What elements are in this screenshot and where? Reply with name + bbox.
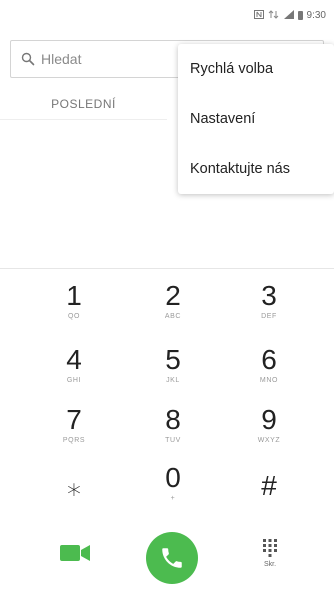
- tab-recent[interactable]: POSLEDNÍ: [0, 88, 167, 120]
- key-letters: GHI: [66, 377, 82, 384]
- key-digit: 0: [165, 462, 181, 493]
- dialpad-label: Skr.: [263, 561, 277, 568]
- key-digit: #: [261, 470, 277, 501]
- key-3[interactable]: 3 DEF: [224, 281, 314, 337]
- video-call-icon[interactable]: [60, 542, 92, 564]
- menu-item-contact-us[interactable]: Kontaktujte nás: [178, 144, 334, 194]
- call-button[interactable]: [146, 532, 198, 584]
- key-letters: DEF: [261, 313, 277, 320]
- key-digit: ⁎: [67, 470, 81, 501]
- key-star[interactable]: ⁎: [29, 471, 119, 527]
- key-letters: ABC: [164, 313, 182, 320]
- clock: 9:30: [306, 9, 326, 21]
- key-letters: MNO: [259, 377, 279, 384]
- battery-icon: [297, 10, 303, 20]
- key-4[interactable]: 4 GHI: [29, 345, 119, 401]
- key-2[interactable]: 2 ABC: [128, 281, 218, 337]
- status-bar: 9:30: [0, 0, 334, 30]
- key-0[interactable]: 0 +: [128, 463, 218, 519]
- key-digit: 4: [66, 344, 82, 375]
- key-digit: 3: [261, 280, 277, 311]
- key-digit: 7: [66, 404, 82, 435]
- key-letters: PQRS: [62, 437, 86, 444]
- signal-icon: [283, 9, 294, 21]
- key-1[interactable]: 1 QO: [29, 281, 119, 337]
- key-digit: 6: [261, 344, 277, 375]
- key-letters: WXYZ: [257, 437, 281, 444]
- status-icons: [253, 9, 303, 21]
- key-hash[interactable]: #: [224, 471, 314, 527]
- dialpad-icon: [263, 539, 277, 557]
- nfc-icon: [253, 9, 264, 21]
- key-digit: 1: [66, 280, 82, 311]
- key-5[interactable]: 5 JKL: [128, 345, 218, 401]
- key-letters: +: [170, 495, 176, 502]
- key-letters: TUV: [165, 437, 181, 444]
- phone-icon: [162, 548, 182, 568]
- action-row: Skr.: [0, 532, 334, 588]
- menu-item-settings[interactable]: Nastavení: [178, 94, 334, 144]
- key-letters: JKL: [166, 377, 180, 384]
- key-6[interactable]: 6 MNO: [224, 345, 314, 401]
- overflow-menu: Rychlá volba Nastavení Kontaktujte nás: [178, 44, 334, 194]
- menu-item-speed-dial[interactable]: Rychlá volba: [178, 44, 334, 94]
- key-digit: 5: [165, 344, 181, 375]
- key-digit: 8: [165, 404, 181, 435]
- mobile-data-icon: [268, 9, 280, 21]
- key-7[interactable]: 7 PQRS: [29, 405, 119, 461]
- key-digit: 9: [261, 404, 277, 435]
- voicemail-label: QO: [67, 313, 81, 320]
- search-icon: [21, 52, 35, 66]
- key-9[interactable]: 9 WXYZ: [224, 405, 314, 461]
- hide-dialpad-button[interactable]: Skr.: [255, 538, 285, 578]
- key-8[interactable]: 8 TUV: [128, 405, 218, 461]
- key-digit: 2: [165, 280, 181, 311]
